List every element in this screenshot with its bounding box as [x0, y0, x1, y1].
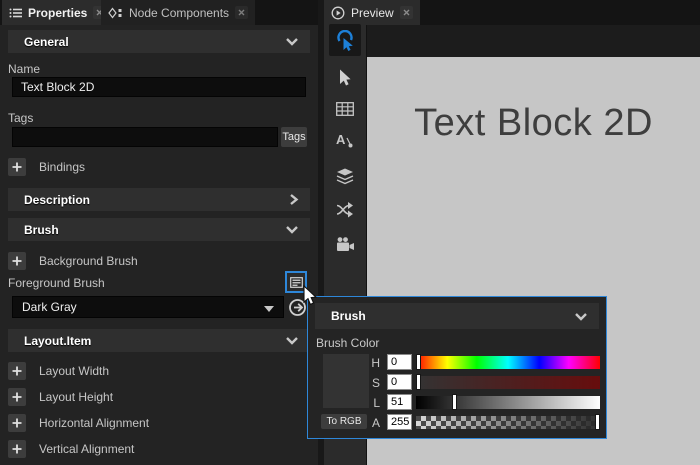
add-binding-button[interactable] — [8, 158, 26, 176]
lightness-slider[interactable] — [416, 396, 600, 409]
tags-button[interactable]: Tags — [281, 127, 307, 147]
mouse-cursor — [302, 285, 319, 307]
vertical-alignment-row: Vertical Alignment — [8, 439, 134, 458]
layout-height-label: Layout Height — [39, 390, 113, 404]
chevron-down-icon — [285, 336, 299, 345]
tags-label: Tags — [8, 111, 33, 125]
chevron-down-icon — [285, 225, 299, 234]
hue-row: H — [308, 354, 606, 372]
alpha-slider[interactable] — [416, 416, 600, 429]
tab-node-components[interactable]: Node Components — [101, 0, 255, 25]
vertical-alignment-label: Vertical Alignment — [39, 442, 134, 456]
hue-label: H — [366, 356, 380, 370]
background-brush-label: Background Brush — [39, 254, 138, 268]
section-title: Layout.Item — [24, 334, 91, 348]
chevron-down-icon — [574, 312, 588, 321]
saturation-label: S — [366, 376, 380, 390]
alpha-input[interactable] — [387, 414, 412, 430]
brush-color-label: Brush Color — [316, 336, 379, 350]
foreground-brush-value: Dark Gray — [22, 300, 77, 314]
interact-cursor-icon — [335, 30, 355, 51]
chevron-down-icon — [285, 37, 299, 46]
branch-arrows-icon — [336, 202, 354, 218]
layers-tool[interactable] — [335, 166, 355, 186]
add-vertical-alignment-button[interactable] — [8, 440, 26, 458]
lightness-slider-handle[interactable] — [452, 394, 457, 410]
popup-title: Brush — [331, 309, 366, 323]
grid-icon — [336, 102, 354, 116]
play-circle-icon — [331, 6, 345, 20]
lightness-label: L — [366, 396, 380, 410]
svg-text:A: A — [336, 132, 346, 147]
node-components-icon — [108, 7, 123, 19]
section-title: Brush — [24, 223, 59, 237]
bindings-row: Bindings — [8, 157, 85, 176]
connections-tool[interactable] — [335, 200, 355, 220]
layout-height-row: Layout Height — [8, 387, 113, 406]
chevron-right-icon — [289, 193, 299, 206]
section-title: Description — [24, 193, 90, 207]
background-brush-row: Background Brush — [8, 251, 138, 270]
tab-properties-label: Properties — [28, 6, 87, 20]
section-header-layout-item[interactable]: Layout.Item — [8, 329, 310, 352]
properties-tabbar: Properties Node Components — [0, 0, 318, 25]
saturation-slider[interactable] — [416, 376, 600, 389]
select-tool[interactable] — [335, 68, 355, 88]
video-camera-icon — [336, 237, 355, 252]
list-icon — [9, 7, 22, 19]
layout-width-row: Layout Width — [8, 361, 109, 380]
name-label: Name — [8, 62, 40, 76]
tab-preview[interactable]: Preview — [324, 0, 420, 25]
layers-icon — [336, 168, 354, 185]
add-background-brush-button[interactable] — [8, 252, 26, 270]
saturation-slider-handle[interactable] — [416, 374, 421, 390]
foreground-brush-dropdown[interactable]: Dark Gray — [12, 296, 284, 318]
add-layout-height-button[interactable] — [8, 388, 26, 406]
interact-tool[interactable] — [335, 30, 355, 50]
tab-node-components-label: Node Components — [129, 6, 229, 20]
popup-section-header-brush[interactable]: Brush — [315, 303, 599, 329]
horizontal-alignment-label: Horizontal Alignment — [39, 416, 149, 430]
name-input[interactable] — [12, 77, 306, 97]
grid-tool[interactable] — [335, 99, 355, 119]
text-tool[interactable]: A — [335, 130, 355, 150]
property-editor-icon — [290, 277, 303, 288]
add-layout-width-button[interactable] — [8, 362, 26, 380]
tab-properties[interactable]: Properties — [2, 0, 113, 25]
tab-preview-label: Preview — [351, 6, 394, 20]
saturation-input[interactable] — [387, 374, 412, 390]
section-header-description[interactable]: Description — [8, 188, 310, 211]
preview-tabbar: Preview — [324, 0, 700, 25]
text-analysis-icon: A — [336, 132, 354, 149]
to-rgb-button[interactable]: To RGB — [321, 414, 367, 429]
hue-slider-handle[interactable] — [416, 354, 421, 370]
properties-panel: General Name Tags Tags Bindings Descript… — [0, 25, 318, 465]
arrow-cursor-icon — [337, 69, 353, 88]
lightness-input[interactable] — [387, 394, 412, 410]
brush-popup: Brush Brush Color H S L A To RGB — [307, 296, 607, 439]
lightness-row: L — [308, 394, 606, 412]
section-header-general[interactable]: General — [8, 30, 310, 53]
tags-input[interactable] — [12, 127, 278, 147]
camera-tool[interactable] — [335, 234, 355, 254]
section-title: General — [24, 35, 69, 49]
alpha-slider-handle[interactable] — [595, 414, 600, 430]
section-header-brush[interactable]: Brush — [8, 218, 310, 241]
bindings-label: Bindings — [39, 160, 85, 174]
close-icon[interactable] — [400, 6, 413, 19]
alpha-label: A — [366, 416, 380, 430]
close-icon[interactable] — [235, 6, 248, 19]
hue-input[interactable] — [387, 354, 412, 370]
horizontal-alignment-row: Horizontal Alignment — [8, 413, 149, 432]
layout-width-label: Layout Width — [39, 364, 109, 378]
foreground-brush-label: Foreground Brush — [8, 276, 105, 290]
dropdown-caret-icon — [264, 306, 274, 312]
text-block-2d-node[interactable]: Text Block 2D — [367, 102, 700, 145]
add-horizontal-alignment-button[interactable] — [8, 414, 26, 432]
saturation-row: S — [308, 374, 606, 392]
hue-slider[interactable] — [416, 356, 600, 369]
